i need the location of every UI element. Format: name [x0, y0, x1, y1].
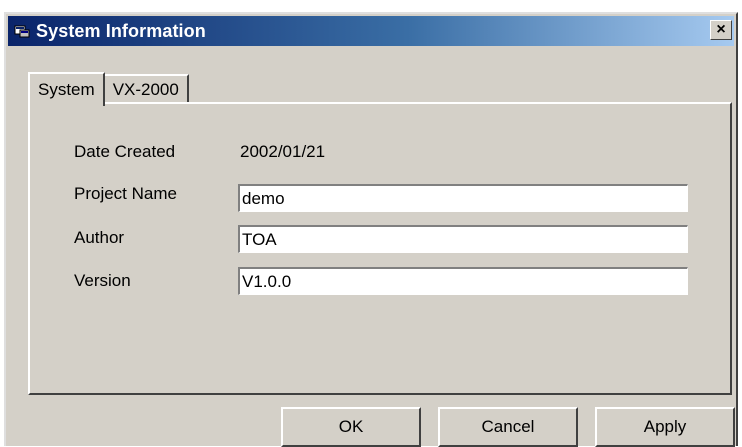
- close-button[interactable]: ×: [710, 20, 732, 40]
- window-title: System Information: [36, 20, 206, 41]
- dialog-window: System Information × System VX-2000 Date…: [4, 12, 738, 447]
- app-icon: [14, 24, 30, 38]
- apply-button[interactable]: Apply: [595, 407, 735, 447]
- version-field[interactable]: [238, 267, 688, 295]
- title-bar[interactable]: System Information ×: [8, 16, 734, 46]
- author-field[interactable]: [238, 225, 688, 253]
- cancel-button[interactable]: Cancel: [438, 407, 578, 447]
- tab-vx-2000[interactable]: VX-2000: [102, 74, 189, 104]
- project-name-label: Project Name: [74, 184, 177, 203]
- tab-system[interactable]: System: [28, 72, 105, 106]
- tab-label: VX-2000: [112, 80, 179, 99]
- system-tab-panel: Date Created 2002/01/21 Project Name Aut…: [28, 102, 732, 395]
- project-name-field[interactable]: [238, 184, 688, 212]
- author-label: Author: [74, 228, 125, 247]
- tab-strip: System VX-2000: [28, 70, 189, 106]
- date-created-value: 2002/01/21: [240, 142, 326, 161]
- date-created-label: Date Created: [74, 142, 176, 161]
- tab-label: System: [38, 80, 95, 99]
- ok-button[interactable]: OK: [281, 407, 421, 447]
- version-label: Version: [74, 271, 131, 290]
- close-icon: ×: [716, 21, 726, 38]
